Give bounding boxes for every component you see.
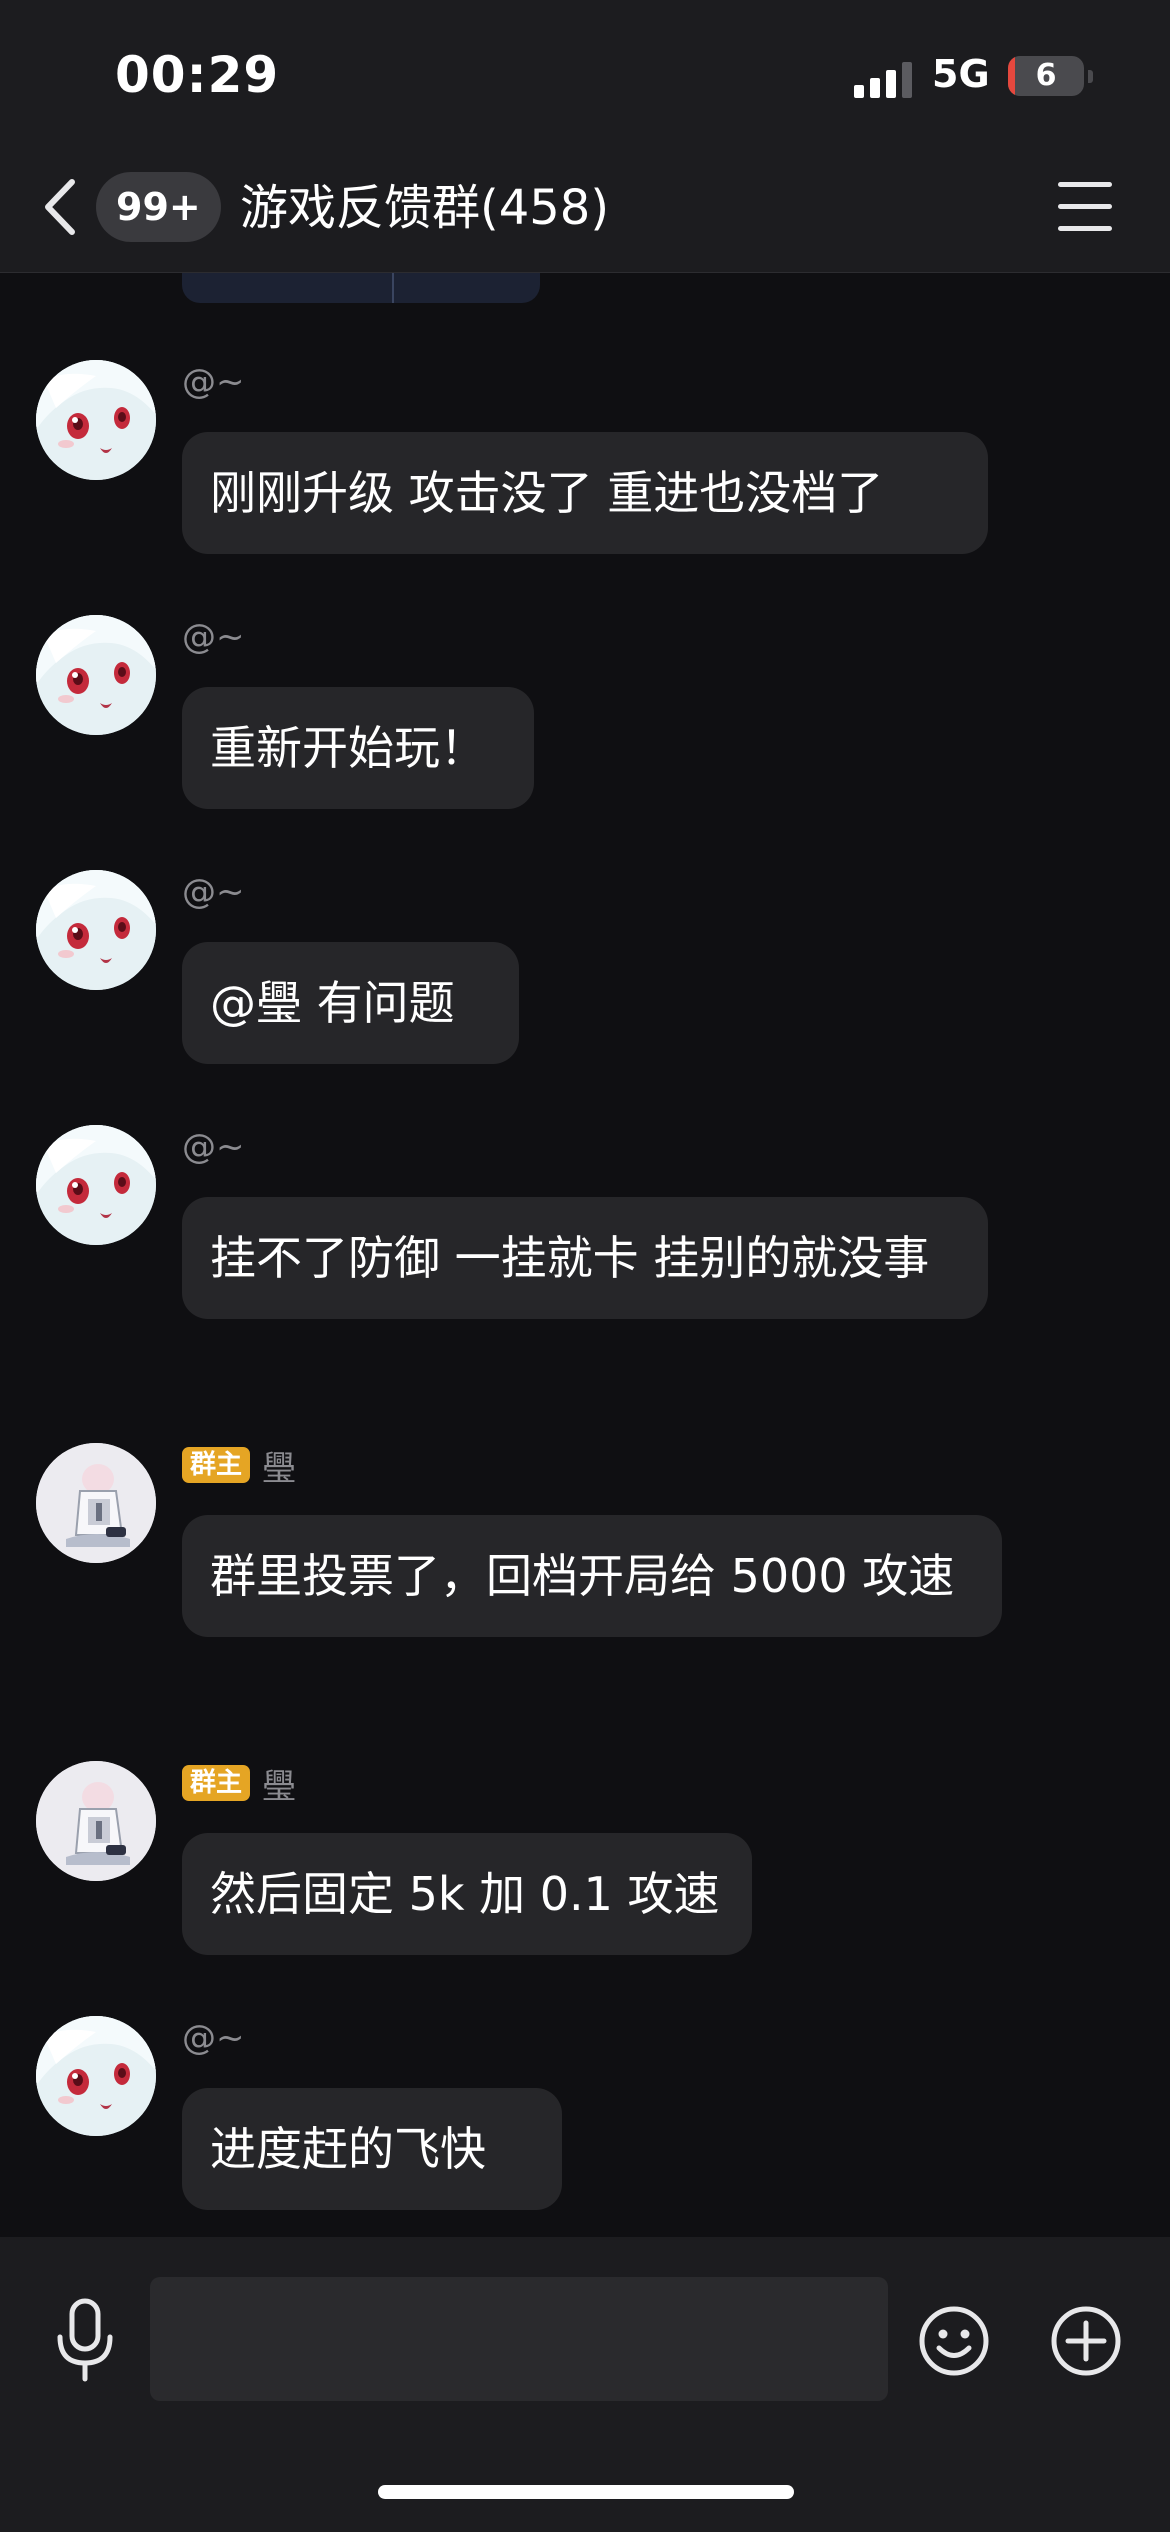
emoji-button[interactable] xyxy=(918,2305,990,2377)
hamburger-menu-icon xyxy=(1058,182,1112,187)
sender-line: @~ xyxy=(182,872,245,912)
avatar[interactable] xyxy=(36,360,156,480)
sender-line: @~ xyxy=(182,2018,245,2058)
sender-name[interactable]: @~ xyxy=(182,1127,245,1167)
plus-circle-icon xyxy=(1051,2306,1121,2376)
avatar[interactable] xyxy=(36,1125,156,1245)
group-owner-badge: 群主 xyxy=(182,1447,251,1483)
back-button[interactable] xyxy=(38,172,88,242)
message-bubble[interactable]: 重新开始玩！ xyxy=(182,687,534,809)
message-input[interactable] xyxy=(150,2277,888,2401)
sender-line: @~ xyxy=(182,362,245,402)
sender-name[interactable]: @~ xyxy=(182,2018,245,2058)
message-list[interactable]: @~ 刚刚升级 攻击没了 重进也没档了 @~ 重新开始玩！ @~ @璺 有问题 @~ 挂不了防… xyxy=(0,273,1170,2237)
sender-name[interactable]: 璺 xyxy=(262,1441,296,1490)
chevron-left-icon xyxy=(45,179,75,235)
voice-button[interactable] xyxy=(50,2295,120,2385)
cellular-signal-icon xyxy=(854,58,914,98)
avatar[interactable] xyxy=(36,1443,156,1563)
group-owner-badge: 群主 xyxy=(182,1765,251,1801)
message-bubble[interactable]: 然后固定 5k 加 0.1 攻速 xyxy=(182,1833,752,1955)
avatar[interactable] xyxy=(36,870,156,990)
microphone-icon xyxy=(57,2298,113,2382)
message-bubble[interactable]: 刚刚升级 攻击没了 重进也没档了 xyxy=(182,432,988,554)
battery-tip xyxy=(1088,70,1093,83)
menu-button[interactable] xyxy=(1054,182,1116,238)
message-bubble[interactable]: 群里投票了，回档开局给 5000 攻速 xyxy=(182,1515,1002,1637)
sender-name[interactable]: @~ xyxy=(182,362,245,402)
status-bar: 00:29 5G 6 xyxy=(0,0,1170,150)
message-bubble[interactable]: 进度赶的飞快 xyxy=(182,2088,562,2210)
avatar[interactable] xyxy=(36,2016,156,2136)
status-time: 00:29 xyxy=(115,46,280,104)
sender-name[interactable]: @~ xyxy=(182,617,245,657)
input-bar xyxy=(0,2237,1170,2532)
group-title[interactable]: 游戏反馈群(458) xyxy=(240,178,609,238)
sender-line: @~ xyxy=(182,1127,245,1167)
sender-name[interactable]: @~ xyxy=(182,872,245,912)
avatar[interactable] xyxy=(36,1761,156,1881)
battery-level: 6 xyxy=(1035,58,1057,93)
image-message-preview[interactable] xyxy=(182,273,540,303)
network-type: 5G xyxy=(932,52,990,96)
emoji-icon xyxy=(919,2306,989,2376)
battery-icon: 6 xyxy=(1008,56,1084,96)
sender-line: 群主璺 xyxy=(182,1445,296,1489)
more-button[interactable] xyxy=(1050,2305,1122,2377)
unread-count-badge[interactable]: 99+ xyxy=(96,172,221,242)
message-bubble[interactable]: @璺 有问题 xyxy=(182,942,519,1064)
chat-header: 99+ 游戏反馈群(458) xyxy=(0,150,1170,273)
sender-line: @~ xyxy=(182,617,245,657)
home-indicator[interactable] xyxy=(378,2485,794,2499)
message-bubble[interactable]: 挂不了防御 一挂就卡 挂别的就没事 xyxy=(182,1197,988,1319)
sender-line: 群主璺 xyxy=(182,1763,296,1807)
avatar[interactable] xyxy=(36,615,156,735)
sender-name[interactable]: 璺 xyxy=(262,1759,296,1808)
